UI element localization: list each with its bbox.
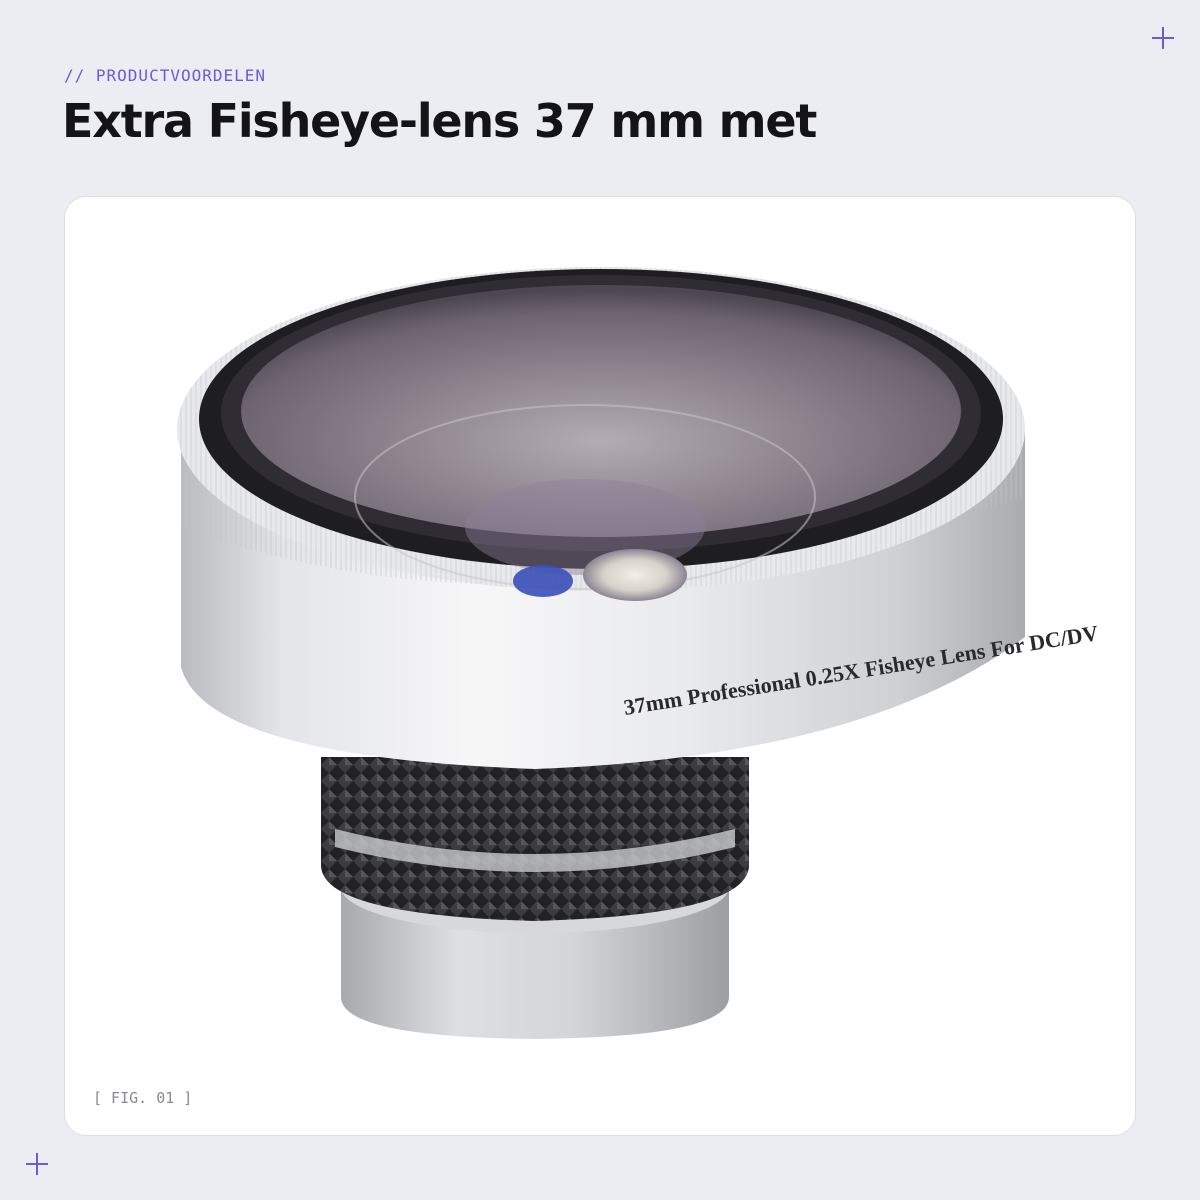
corner-plus-icon [26, 1153, 48, 1175]
product-image-card: 37mm Professional 0.25X Fisheye Lens For… [64, 196, 1136, 1136]
figure-caption: [ FIG. 01 ] [93, 1089, 193, 1107]
section-eyebrow: // PRODUCTVOORDELEN [64, 66, 267, 85]
corner-plus-icon [1152, 27, 1174, 49]
page-title: Extra Fisheye-lens 37 mm met [62, 94, 817, 148]
fisheye-lens-photo: 37mm Professional 0.25X Fisheye Lens For… [177, 267, 1100, 1039]
